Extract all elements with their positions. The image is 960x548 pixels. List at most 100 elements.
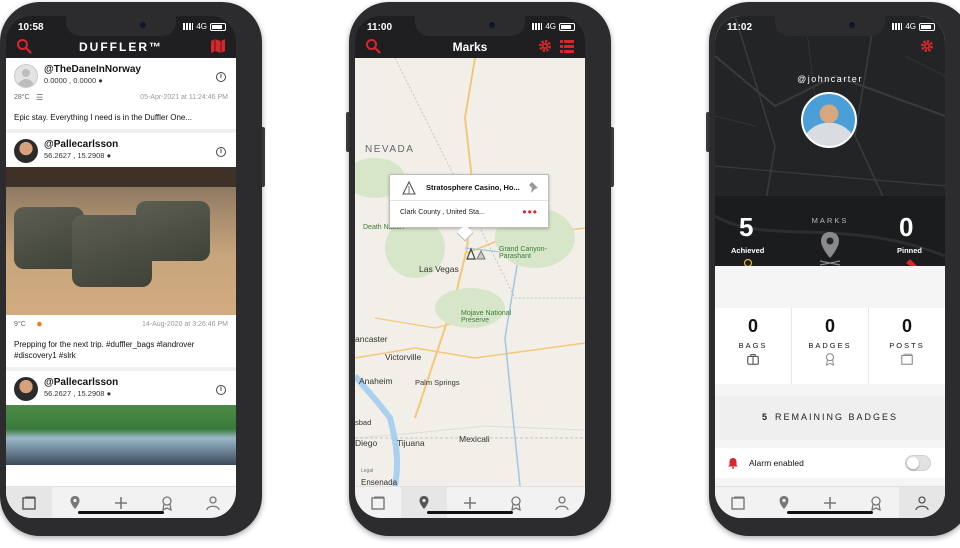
pinned-pin-icon	[906, 259, 917, 266]
gear-icon[interactable]	[919, 38, 935, 54]
avatar[interactable]	[14, 64, 38, 88]
home-indicator	[787, 511, 873, 514]
marks-pin-icon[interactable]	[815, 230, 845, 266]
post-username[interactable]: @TheDaneInNorway	[44, 64, 228, 75]
pin-icon[interactable]	[528, 181, 540, 193]
tab-profile[interactable]	[539, 487, 585, 518]
map-city-label: Mexicali	[459, 434, 490, 444]
mark-pin-icon[interactable]	[463, 246, 487, 260]
stat-posts[interactable]: 0 POSTS	[869, 308, 945, 384]
map-city-label: Tijuana	[397, 438, 425, 448]
location-pin-icon	[70, 495, 80, 509]
post-coordinates: 56.2627 , 15.2908 ●	[44, 151, 112, 160]
pinned-label: Pinned	[897, 246, 923, 255]
stat-value: 0	[824, 316, 835, 336]
profile-screen: 11:02 4G @johncarter MARKS 5 Achieved 0 …	[715, 16, 945, 518]
map-city-label: Anaheim	[359, 376, 393, 386]
feed-post[interactable]: @Pallecarlsson 56.2627 , 15.2908 ● i	[6, 371, 236, 465]
info-icon[interactable]: i	[216, 385, 226, 395]
profile-icon	[555, 495, 569, 510]
map-topbar: 11:00 4G Marks	[355, 16, 585, 58]
plus-icon	[464, 496, 476, 509]
gear-icon[interactable]	[537, 38, 553, 54]
tab-feed[interactable]	[715, 487, 761, 518]
alarm-label: Alarm enabled	[749, 458, 804, 468]
alarm-setting-row: Alarm enabled	[715, 448, 945, 478]
signal-icon	[532, 23, 543, 30]
post-header: @Pallecarlsson 56.2627 , 15.2908 ● i	[6, 371, 236, 405]
location-pin-icon	[779, 495, 789, 509]
post-coordinates: 56.2627 , 15.2908 ●	[44, 389, 112, 398]
post-date: 05-Apr-2021 at 11:24:46 PM	[140, 94, 228, 101]
post-date: 14-Aug-2020 at 3:26:46 PM	[141, 321, 228, 328]
profile-icon	[206, 495, 220, 510]
callout-subtitle: Clark County , United Sta...	[400, 209, 485, 216]
badge-icon	[825, 353, 835, 366]
avatar[interactable]	[14, 377, 38, 401]
list-icon[interactable]	[559, 38, 575, 54]
battery-icon	[559, 22, 575, 31]
feed-list[interactable]: @TheDaneInNorway 0.0000 , 0.0000 ● i 28°…	[6, 58, 236, 486]
callout-subtitle-row: Clark County , United Sta... •••	[390, 201, 548, 228]
more-options-button[interactable]: •••	[522, 205, 538, 219]
tab-feed[interactable]	[6, 487, 52, 518]
alarm-toggle[interactable]	[905, 455, 931, 471]
battery-icon	[210, 22, 226, 31]
tab-feed[interactable]	[355, 487, 401, 518]
bell-icon	[728, 458, 738, 469]
wind-icon: ☰	[36, 93, 44, 102]
post-photo[interactable]	[6, 167, 236, 315]
post-temperature: 28°C	[14, 94, 30, 101]
bag-icon	[747, 354, 759, 365]
feed-post[interactable]: @Pallecarlsson 56.2627 , 15.2908 ● i 9°C…	[6, 133, 236, 367]
network-label: 4G	[905, 22, 916, 31]
stat-badges[interactable]: 0 BADGES	[792, 308, 869, 384]
post-username[interactable]: @Pallecarlsson	[44, 139, 228, 150]
map-city-label: Ensenada	[361, 478, 398, 486]
location-pin-icon: ●	[106, 389, 112, 398]
status-indicators: 4G	[183, 22, 226, 31]
stat-bags[interactable]: 0 BAGS	[715, 308, 792, 384]
stat-value: 0	[747, 316, 758, 336]
badge-icon	[162, 495, 172, 511]
callout-title-row: Stratosphere Casino, Ho...	[390, 175, 548, 201]
post-caption: Prepping for the next trip. #duffler_bag…	[14, 340, 195, 360]
mark-type-icon	[402, 181, 416, 195]
battery-icon	[919, 22, 935, 31]
post-caption: Epic stay. Everything I need is in the D…	[14, 113, 193, 122]
signal-icon	[183, 23, 194, 30]
info-icon[interactable]: i	[216, 147, 226, 157]
tab-profile[interactable]	[190, 487, 236, 518]
post-meta: 28°C ☰ 05-Apr-2021 at 11:24:46 PM	[6, 92, 236, 106]
phone-feed: 10:58 4G DUFFLER™ @TheDaneInNorway 0.000…	[0, 2, 265, 536]
sun-icon: ✹	[36, 320, 43, 329]
home-indicator	[78, 511, 164, 514]
status-indicators: 4G	[892, 22, 935, 31]
map-park-label: Mojave National Preserve	[461, 310, 512, 324]
tab-bar	[6, 486, 236, 518]
feed-icon	[731, 496, 745, 510]
map-view[interactable]: NEVADA Death Nation Las Vegas Grand Cany…	[355, 58, 585, 486]
feed-post[interactable]: @TheDaneInNorway 0.0000 , 0.0000 ● i 28°…	[6, 58, 236, 129]
map-icon[interactable]	[210, 38, 226, 54]
map-legal-link[interactable]: Legal	[361, 468, 373, 474]
profile-avatar[interactable]	[801, 92, 857, 148]
status-time: 11:00	[367, 22, 393, 33]
post-photo[interactable]	[6, 405, 236, 465]
post-meta: 9°C ✹ 14-Aug-2020 at 3:26:46 PM	[6, 319, 236, 333]
stat-label: POSTS	[889, 341, 925, 350]
tab-profile[interactable]	[899, 487, 945, 518]
post-username[interactable]: @Pallecarlsson	[44, 377, 228, 388]
map-screen: 11:00 4G Marks NEVADA Death Nation Las V…	[355, 16, 585, 518]
info-icon[interactable]: i	[216, 72, 226, 82]
post-header: @Pallecarlsson 56.2627 , 15.2908 ● i	[6, 133, 236, 167]
location-pin-icon: ●	[106, 151, 112, 160]
plus-icon	[824, 496, 836, 509]
avatar[interactable]	[14, 139, 38, 163]
notch	[66, 16, 176, 36]
plus-icon	[115, 496, 127, 509]
mark-callout[interactable]: Stratosphere Casino, Ho... Clark County …	[389, 174, 549, 228]
achieved-badge-icon	[743, 258, 753, 266]
tab-bar	[715, 486, 945, 518]
remaining-badges-banner[interactable]: 5 REMAINING BADGES	[715, 396, 945, 440]
